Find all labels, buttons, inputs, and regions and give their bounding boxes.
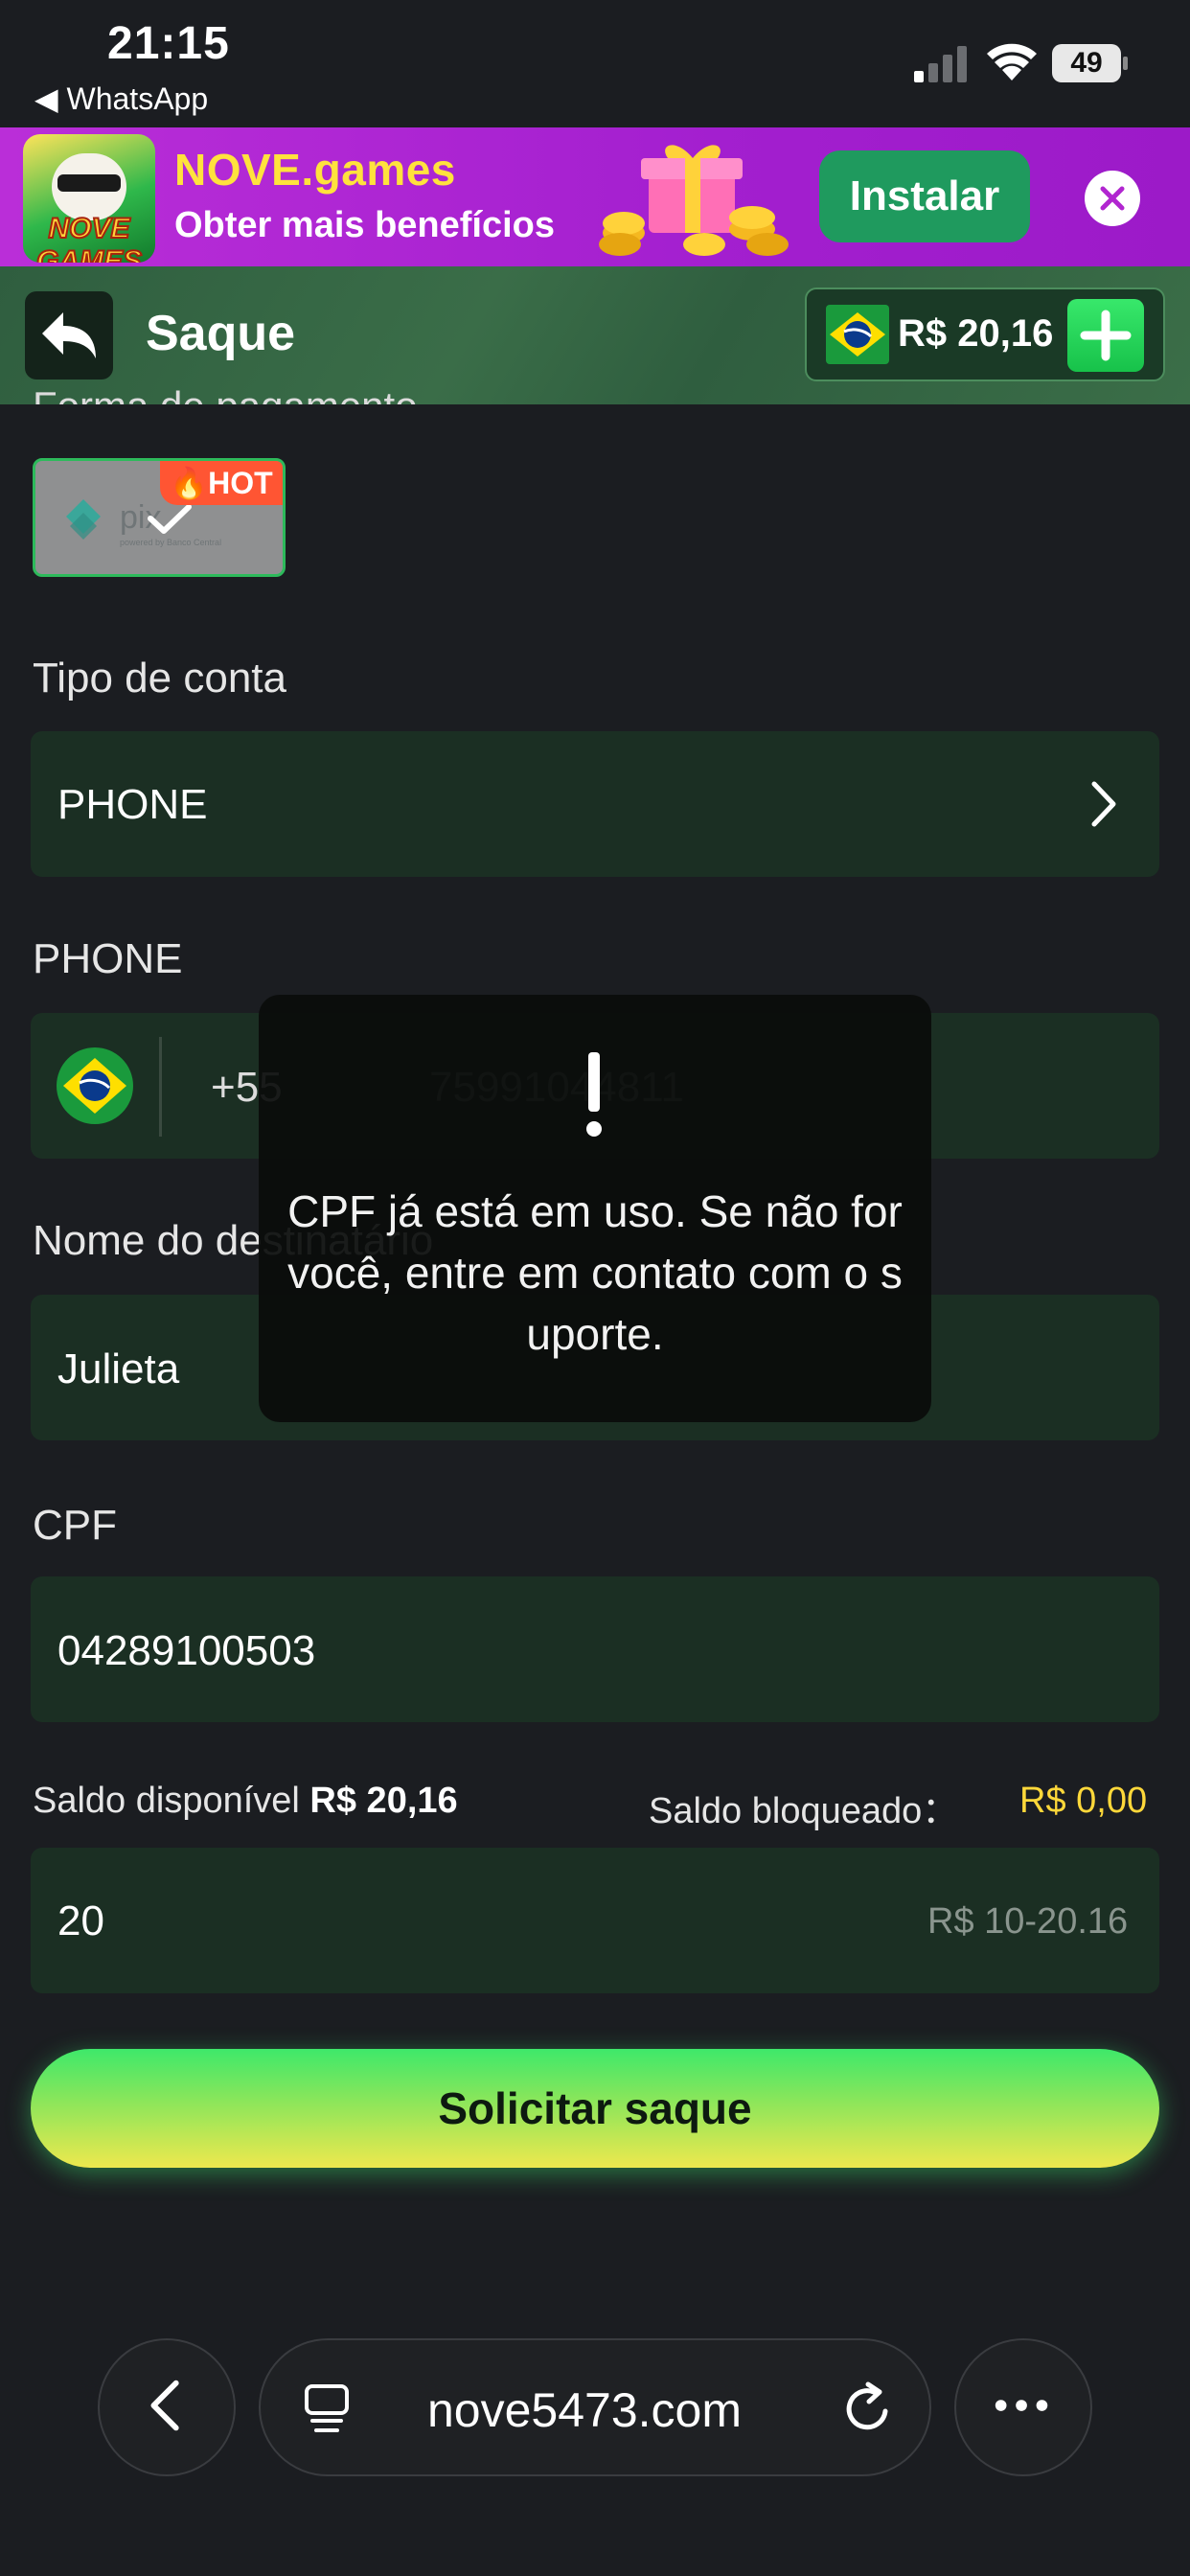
cpf-label: CPF	[33, 1502, 117, 1549]
url-text: nove5473.com	[427, 2383, 743, 2437]
plus-icon	[1080, 310, 1132, 361]
divider	[159, 1037, 162, 1137]
more-options-button[interactable]	[954, 2338, 1092, 2476]
promo-subtitle: Obter mais benefícios	[174, 205, 556, 245]
close-banner-button[interactable]	[1085, 171, 1140, 226]
account-type-label: Tipo de conta	[33, 655, 286, 702]
exclamation-icon	[586, 1052, 602, 1137]
reload-icon[interactable]	[841, 2380, 895, 2436]
payment-method-label: Forma de pagamento	[33, 383, 418, 404]
brazil-flag-icon[interactable]	[56, 1046, 134, 1125]
brazil-flag-icon	[826, 305, 889, 364]
chevron-left-icon	[150, 2380, 179, 2431]
hot-badge: 🔥HOT	[160, 461, 283, 505]
nove-games-logo: NOVE GAMES	[23, 134, 155, 263]
toast-message: CPF já está em uso. Se não for você, ent…	[287, 1186, 903, 1359]
close-icon	[1100, 186, 1125, 211]
request-withdrawal-button[interactable]: Solicitar saque	[31, 2049, 1159, 2168]
back-to-whatsapp-link[interactable]: ◀ WhatsApp	[34, 80, 208, 117]
header-balance: R$ 20,16	[898, 312, 1054, 355]
ellipsis-icon	[995, 2400, 1048, 2411]
available-balance-label: Saldo disponível	[33, 1781, 300, 1821]
logo-text: NOVE GAMES	[35, 212, 143, 263]
back-arrow-icon	[42, 312, 96, 358]
check-icon	[148, 504, 192, 534]
page-title: Saque	[146, 306, 296, 361]
blocked-balance-label: Saldo bloqueado：	[649, 1791, 959, 1831]
amount-range-hint: R$ 10-20.16	[927, 1901, 1129, 1942]
phone-label: PHONE	[33, 935, 183, 982]
install-button[interactable]: Instalar	[819, 150, 1030, 242]
svg-text:powered by Banco Central: powered by Banco Central	[120, 538, 221, 547]
back-button[interactable]	[25, 291, 113, 380]
browser-back-button[interactable]	[98, 2338, 236, 2476]
account-type-value: PHONE	[57, 781, 208, 828]
gift-coins-illustration	[599, 145, 789, 256]
status-time: 21:15	[107, 18, 230, 69]
cpf-value: 04289100503	[57, 1627, 316, 1674]
battery-level: 49	[1070, 47, 1103, 79]
battery-icon: 49	[1052, 44, 1129, 82]
wifi-icon	[987, 43, 1037, 80]
recipient-name-value: Julieta	[57, 1346, 180, 1392]
amount-value: 20	[57, 1898, 104, 1944]
promo-title: NOVE.games	[174, 145, 456, 195]
pix-payment-option[interactable]: pix powered by Banco Central 🔥HOT	[33, 458, 286, 577]
available-balance: Saldo disponível R$ 20,16	[33, 1781, 458, 1822]
page-menu-icon[interactable]	[303, 2382, 351, 2434]
available-balance-value: R$ 20,16	[309, 1781, 458, 1821]
cellular-signal-icon	[914, 46, 967, 82]
flame-icon: 🔥	[170, 466, 209, 500]
add-balance-button[interactable]	[1067, 299, 1144, 372]
blocked-balance-value: R$ 0,00	[1019, 1781, 1148, 1821]
chevron-right-icon	[1091, 781, 1116, 827]
